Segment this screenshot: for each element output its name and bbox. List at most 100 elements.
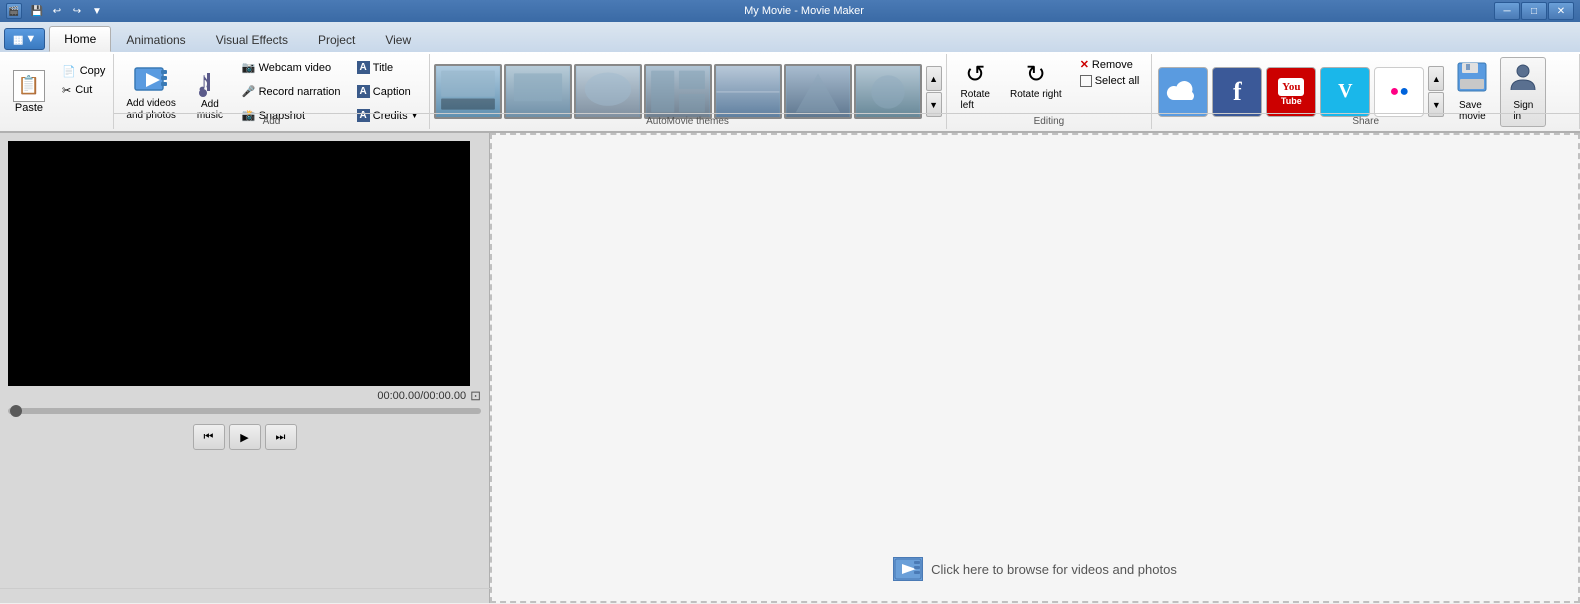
tab-home[interactable]: Home: [49, 26, 111, 52]
title-button[interactable]: A Title: [353, 59, 423, 76]
webcam-icon: 📷: [242, 61, 256, 74]
theme-5[interactable]: [714, 64, 782, 119]
editing-right: ✕ Remove Select all: [1076, 56, 1144, 89]
copy-cut-group: 📄 Copy ✂ Cut: [58, 56, 109, 127]
prev-frame-button[interactable]: ⏮: [193, 424, 225, 450]
caption-icon: A: [357, 85, 370, 98]
rotate-right-button[interactable]: ↻ Rotate right: [1004, 56, 1068, 104]
rotate-left-icon: ↺: [965, 60, 985, 89]
share-group: f You Tube V ●● ▲ ▼: [1152, 54, 1580, 129]
copy-icon: 📄: [62, 65, 76, 78]
remove-icon: ✕: [1080, 58, 1089, 71]
playback-controls: ⏮ ▶ ⏭: [8, 424, 481, 450]
automovie-label: AutoMovie themes: [430, 113, 946, 127]
ribbon: ▦ ▼ Home Animations Visual Effects Proje…: [0, 22, 1580, 133]
maximize-button[interactable]: □: [1521, 2, 1547, 20]
select-all-label: Select all: [1095, 75, 1140, 87]
scrubber-handle[interactable]: [10, 405, 22, 417]
theme-3[interactable]: [574, 64, 642, 119]
tab-view[interactable]: View: [370, 26, 426, 52]
caption-label: Caption: [373, 86, 411, 98]
theme-scroll-up[interactable]: ▲: [926, 66, 942, 91]
quick-access-toolbar: 💾 ↩ ↪ ▼: [28, 3, 106, 19]
close-button[interactable]: ✕: [1548, 2, 1574, 20]
time-row: 00:00.00/00:00.00 ⊡: [8, 386, 481, 406]
editing-group: ↺ Rotateleft ↻ Rotate right ✕ Remove Sel…: [947, 54, 1153, 129]
tab-row: ▦ ▼ Home Animations Visual Effects Proje…: [0, 22, 1580, 52]
rotate-right-label: Rotate right: [1010, 89, 1062, 100]
webcam-label: Webcam video: [259, 62, 332, 74]
window-title: My Movie - Movie Maker: [114, 5, 1494, 17]
add-group: Add videos and photos ♪ Addmusic: [114, 54, 429, 129]
add-group-label: Add: [114, 113, 428, 127]
title-bar: 🎬 💾 ↩ ↪ ▼ My Movie - Movie Maker ─ □ ✕: [0, 0, 1580, 22]
theme-7[interactable]: [854, 64, 922, 119]
title-label: Title: [373, 62, 393, 74]
sign-in-icon: [1509, 62, 1537, 100]
browse-hint[interactable]: Click here to browse for videos and phot…: [893, 557, 1177, 581]
time-display: 00:00.00/00:00.00: [377, 390, 466, 402]
tab-visual-effects[interactable]: Visual Effects: [201, 26, 303, 52]
save-movie-icon: [1456, 61, 1488, 100]
cloud-share-button[interactable]: [1158, 67, 1208, 117]
share-label: Share: [1152, 113, 1579, 127]
minimize-button[interactable]: ─: [1494, 2, 1520, 20]
storyboard-panel: Click here to browse for videos and phot…: [490, 133, 1580, 603]
main-content: 00:00.00/00:00.00 ⊡ ⏮ ▶ ⏭: [0, 133, 1580, 603]
rotate-left-button[interactable]: ↺ Rotateleft: [955, 56, 996, 115]
app-menu-dropdown: ▼: [25, 33, 36, 45]
theme-2[interactable]: [504, 64, 572, 119]
record-icon: 🎤: [242, 85, 256, 98]
app-icon: 🎬: [6, 3, 22, 19]
scrubber[interactable]: [8, 408, 481, 414]
caption-button[interactable]: A Caption: [353, 83, 423, 100]
cut-button[interactable]: ✂ Cut: [58, 82, 109, 99]
record-narration-button[interactable]: 🎤 Record narration: [238, 83, 345, 100]
tab-animations[interactable]: Animations: [111, 26, 200, 52]
storyboard-area: Click here to browse for videos and phot…: [490, 133, 1580, 603]
facebook-share-button[interactable]: f: [1212, 67, 1262, 117]
copy-button[interactable]: 📄 Copy: [58, 63, 109, 80]
clipboard-group: 📋 Paste 📄 Copy ✂ Cut Clipboard: [0, 54, 114, 129]
browse-hint-text: Click here to browse for videos and phot…: [931, 562, 1177, 577]
browse-hint-icon: [893, 557, 923, 581]
select-all-checkbox: [1080, 75, 1092, 87]
paste-icon: 📋: [13, 70, 45, 102]
next-frame-button[interactable]: ⏭: [265, 424, 297, 450]
paste-button[interactable]: 📋 Paste: [4, 56, 54, 127]
redo-quick-button[interactable]: ↪: [68, 3, 86, 19]
quick-dropdown-button[interactable]: ▼: [88, 3, 106, 19]
app-menu-icon: ▦: [13, 33, 23, 46]
window-controls: ─ □ ✕: [1494, 2, 1574, 20]
title-bar-controls: 🎬: [6, 3, 22, 19]
cut-label: Cut: [75, 84, 92, 96]
youtube-share-button[interactable]: You Tube: [1266, 67, 1316, 117]
theme-1[interactable]: [434, 64, 502, 119]
share-scroll-up[interactable]: ▲: [1428, 66, 1444, 91]
undo-quick-button[interactable]: ↩: [48, 3, 66, 19]
remove-label: Remove: [1092, 59, 1133, 71]
rotate-left-label: Rotateleft: [961, 89, 990, 111]
cut-icon: ✂: [62, 84, 71, 97]
save-quick-button[interactable]: 💾: [28, 3, 46, 19]
paste-label: Paste: [15, 102, 43, 114]
add-music-icon: ♪: [192, 63, 228, 99]
tab-project[interactable]: Project: [303, 26, 370, 52]
share-scroll: ▲ ▼: [1428, 66, 1444, 117]
theme-4[interactable]: [644, 64, 712, 119]
expand-button[interactable]: ⊡: [470, 388, 481, 404]
vimeo-share-button[interactable]: V: [1320, 67, 1370, 117]
app-menu-button[interactable]: ▦ ▼: [4, 28, 45, 50]
play-button[interactable]: ▶: [229, 424, 261, 450]
copy-label: Copy: [80, 65, 106, 77]
theme-scroll: ▲ ▼: [926, 66, 942, 117]
remove-button[interactable]: ✕ Remove: [1076, 56, 1144, 73]
ribbon-content: 📋 Paste 📄 Copy ✂ Cut Clipboard: [0, 52, 1580, 132]
webcam-video-button[interactable]: 📷 Webcam video: [238, 59, 345, 76]
select-all-button[interactable]: Select all: [1076, 73, 1144, 89]
record-label: Record narration: [259, 86, 341, 98]
title-icon: A: [357, 61, 370, 74]
flickr-share-button[interactable]: ●●: [1374, 67, 1424, 117]
theme-6[interactable]: [784, 64, 852, 119]
rotate-right-icon: ↻: [1026, 60, 1046, 89]
